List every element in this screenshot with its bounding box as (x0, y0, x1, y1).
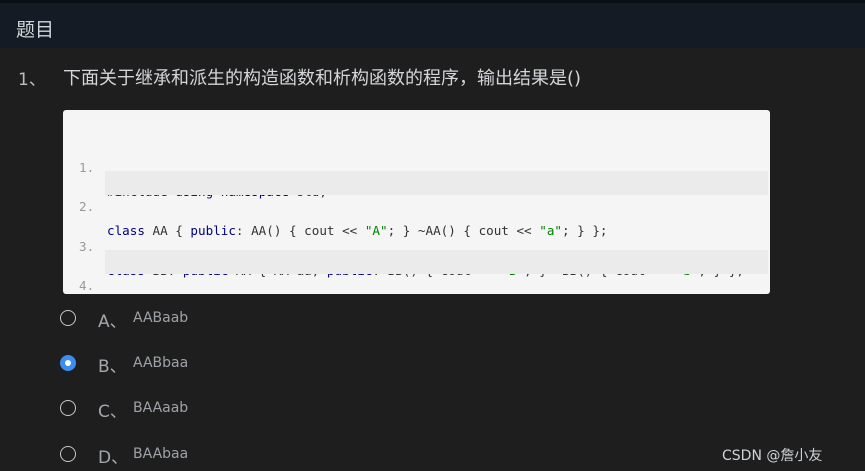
code-line: 4. int main() { BB bb; return 0; } (79, 250, 768, 293)
line-number: 1. (79, 160, 95, 175)
option-b[interactable]: B、 AABbaa (60, 353, 360, 377)
code-block: 1. #include using namespace std; 2. clas… (63, 110, 770, 294)
option-letter: D、 (98, 448, 129, 468)
option-letter: B、 (98, 357, 127, 377)
option-letter: C、 (98, 402, 127, 422)
option-letter: A、 (98, 312, 127, 332)
radio-button[interactable] (60, 310, 76, 326)
radio-button[interactable] (60, 400, 76, 416)
header-bar: 题目 (0, 0, 865, 48)
question-text: 下面关于继承和派生的构造函数和析构函数的程序，输出结果是() (63, 68, 582, 89)
option-c[interactable]: C、 BAAaab (60, 398, 360, 422)
option-d[interactable]: D、 BAAbaa (60, 444, 360, 468)
option-text: AABaab (133, 310, 189, 326)
line-number: 3. (79, 239, 95, 254)
header-title: 题目 (16, 19, 55, 41)
radio-button[interactable] (60, 355, 76, 371)
code-line: 1. #include using namespace std; (63, 132, 768, 199)
radio-button[interactable] (60, 446, 76, 462)
watermark: CSDN @詹小友 (722, 448, 823, 464)
option-text: BAAbaa (133, 446, 189, 462)
option-text: BAAaab (133, 400, 189, 416)
code-line: 3. class BB: public AA { AA aa; public: … (63, 211, 768, 278)
code-line: 2. class AA { public: AA() { cout << "A"… (79, 171, 768, 238)
option-a[interactable]: A、 AABaab (60, 308, 360, 332)
option-text: AABbaa (133, 355, 189, 371)
question-number: 1、 (18, 70, 46, 90)
line-number: 4. (79, 278, 95, 293)
